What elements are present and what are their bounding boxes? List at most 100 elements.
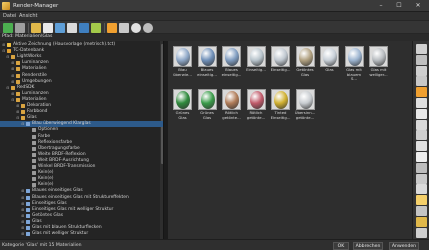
new-document-icon[interactable]: [43, 23, 53, 33]
scale-icon[interactable]: [416, 227, 427, 238]
expand-icon[interactable]: ⊞: [2, 43, 6, 47]
tree-item[interactable]: ⊟ Materialien: [0, 97, 163, 103]
material-tile[interactable]: Grünes Glas: [197, 87, 218, 125]
camera-icon[interactable]: [416, 206, 427, 216]
close-icon[interactable]: [416, 152, 427, 162]
brush-icon[interactable]: [416, 184, 427, 195]
cancel-button[interactable]: Abbrechen: [353, 241, 383, 250]
sphere-view-icon[interactable]: [416, 44, 427, 54]
expand-icon[interactable]: ⊞: [21, 232, 25, 236]
tree-item[interactable]: ⊞ Einseitiges Glas mit welliger Struktur: [0, 207, 163, 213]
apply-button[interactable]: Anwenden: [389, 241, 419, 250]
tree-item[interactable]: ⊞ Farbbond: [0, 109, 163, 115]
expand-icon[interactable]: ⊞: [21, 189, 25, 193]
expand-icon[interactable]: ⊞: [21, 226, 25, 230]
forward-icon[interactable]: [15, 23, 25, 33]
expand-icon[interactable]: ⊞: [11, 74, 15, 78]
sphere-preview-icon[interactable]: [131, 23, 141, 33]
tree-item[interactable]: Weite BRDF-Reflexion: [0, 152, 163, 158]
tree-item[interactable]: ⊞ Glas mit welliger Struktur: [0, 231, 163, 237]
tree-item[interactable]: ⊞ Renderstile: [0, 73, 163, 79]
minimize-button[interactable]: –: [374, 1, 388, 11]
collapse-icon[interactable]: ⊟: [21, 122, 25, 126]
expand-icon[interactable]: ⊞: [21, 202, 25, 206]
texture-icon[interactable]: [416, 173, 427, 184]
tree-item[interactable]: Kein(e): [0, 176, 163, 182]
expand-icon[interactable]: ⊞: [16, 110, 20, 114]
material-tile[interactable]: Blau überwie...: [172, 44, 193, 82]
ok-button[interactable]: OK: [333, 241, 349, 250]
tree-item[interactable]: ⊞ Materialien: [0, 66, 163, 72]
tree-item[interactable]: ⊞ Blaues einseitiges Glas: [0, 188, 163, 194]
material-tile[interactable]: Glas: [319, 44, 340, 82]
menu-datei[interactable]: Datei: [3, 13, 16, 19]
material-tile[interactable]: Rötlich getönte...: [246, 87, 267, 125]
material-tile[interactable]: Einseitig...: [246, 44, 267, 82]
expand-icon[interactable]: ⊞: [21, 196, 25, 200]
pointer-icon[interactable]: [416, 98, 427, 108]
grid-view-icon[interactable]: [119, 23, 129, 33]
frame-icon[interactable]: [416, 216, 427, 227]
export-icon[interactable]: [67, 23, 77, 33]
back-icon[interactable]: [3, 23, 13, 33]
edit-icon[interactable]: [416, 119, 427, 130]
expand-icon[interactable]: ⊞: [21, 214, 25, 218]
import-icon[interactable]: [91, 23, 101, 33]
highlight-icon[interactable]: [416, 87, 427, 98]
tree-item[interactable]: ⊞ Dekoration: [0, 103, 163, 109]
material-tile[interactable]: Blaues einseitig...: [221, 44, 242, 82]
expand-icon[interactable]: ⊞: [11, 80, 15, 84]
save-icon[interactable]: [55, 23, 65, 33]
tree-item[interactable]: ⊞ Luminanzen: [0, 91, 163, 97]
material-tile[interactable]: Einseitig...: [270, 44, 291, 82]
open-folder-icon[interactable]: [31, 23, 41, 33]
material-tile[interactable]: Übersinn... getönte...: [295, 87, 316, 125]
material-tile[interactable]: Rötlich getönte...: [221, 87, 242, 125]
tree-item[interactable]: Kein(e): [0, 170, 163, 176]
category-tree[interactable]: ⊞ Aktive Zeichnung (Hausvorlage (metrisch…: [0, 41, 164, 239]
tree-item[interactable]: Optionen: [0, 127, 163, 133]
maximize-button[interactable]: ☐: [392, 1, 406, 11]
expand-icon[interactable]: ⊞: [21, 208, 25, 212]
tree-item[interactable]: ⊞ Umgebungen: [0, 79, 163, 85]
tree-item[interactable]: Reflexionsfarbe: [0, 140, 163, 146]
tree-item[interactable]: ⊟ RedSDK: [0, 85, 163, 91]
search-icon[interactable]: [79, 23, 89, 33]
cylinder-view-icon[interactable]: [416, 65, 427, 76]
plane-view-icon[interactable]: [416, 76, 427, 87]
material-tile[interactable]: Glas mit welliger...: [368, 44, 389, 82]
tree-item[interactable]: Übertragungsfarbe: [0, 146, 163, 152]
settings-icon[interactable]: [107, 23, 117, 33]
material-tile[interactable]: Grünes Glas: [172, 87, 193, 125]
collapse-icon[interactable]: ⊟: [2, 49, 6, 53]
material-tile[interactable]: Tinted Einseitig...: [270, 87, 291, 125]
collapse-icon[interactable]: ⊟: [16, 116, 20, 120]
expand-icon[interactable]: ⊞: [16, 104, 20, 108]
expand-icon[interactable]: ⊞: [11, 92, 15, 96]
arrow-icon[interactable]: [416, 141, 427, 152]
cube-view-icon[interactable]: [416, 54, 427, 65]
menu-ansicht[interactable]: Ansicht: [19, 13, 37, 19]
collapse-icon[interactable]: ⊟: [11, 98, 15, 102]
material-tile[interactable]: Getöntes Glas: [295, 44, 316, 82]
tree-item[interactable]: Winkel BRDF-Transmission: [0, 164, 163, 170]
tree-item[interactable]: ⊞ Getöntes Glas: [0, 213, 163, 219]
layers-icon[interactable]: [416, 162, 427, 173]
tree-item[interactable]: ⊟ Blau überwiegend Klarglas: [0, 121, 163, 128]
light-icon[interactable]: [416, 195, 427, 206]
close-button[interactable]: ✕: [411, 1, 425, 11]
collapse-icon[interactable]: ⊟: [6, 86, 10, 90]
copy-icon[interactable]: [416, 130, 427, 141]
material-tile[interactable]: Glas mit blauem S...: [344, 44, 365, 82]
tree-item[interactable]: ⊞ Blaues einseitiges Glas mit Struktureff…: [0, 195, 163, 201]
tree-item[interactable]: ⊞ Glas: [0, 219, 163, 225]
delete-icon[interactable]: [416, 108, 427, 119]
refresh-icon[interactable]: [143, 23, 153, 33]
tree-item[interactable]: Farbe: [0, 134, 163, 140]
material-tile[interactable]: Blaues einseitig...: [197, 44, 218, 82]
expand-icon[interactable]: ⊞: [11, 61, 15, 65]
tree-item[interactable]: Weit BRDF-Ausrichtung: [0, 158, 163, 164]
expand-icon[interactable]: ⊞: [21, 220, 25, 224]
tree-item[interactable]: ⊞ Einseitiges Glas: [0, 201, 163, 207]
collapse-icon[interactable]: ⊟: [6, 55, 10, 59]
